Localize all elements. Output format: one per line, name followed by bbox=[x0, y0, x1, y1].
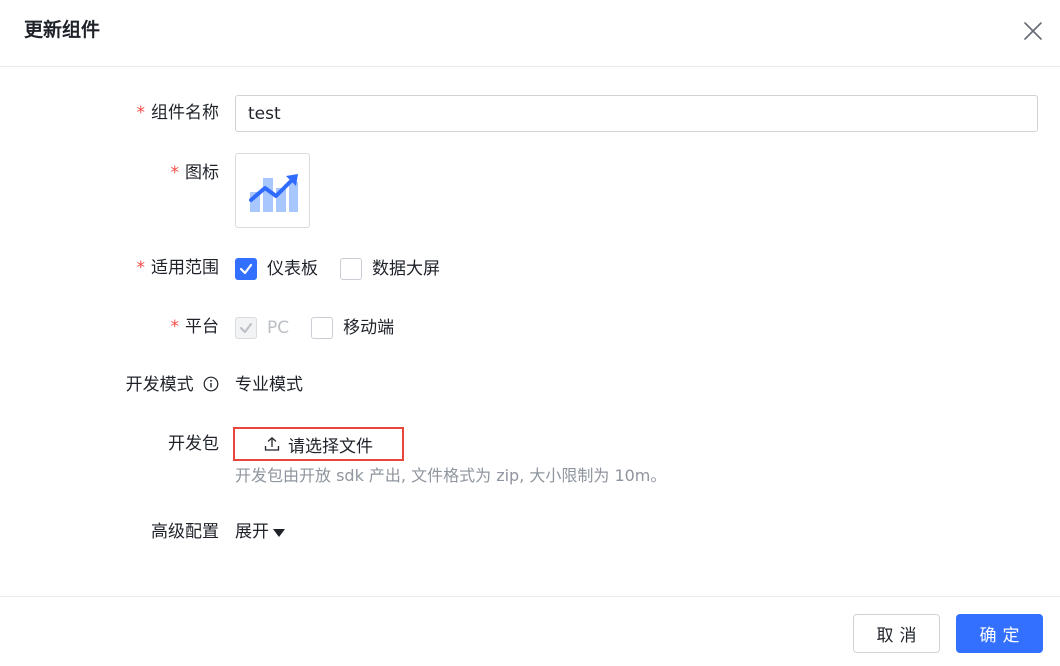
dev-mode-value: 专业模式 bbox=[235, 375, 303, 395]
platform-label-text: 平台 bbox=[185, 317, 219, 337]
scope-option-dashboard[interactable]: 仪表板 bbox=[235, 257, 318, 281]
name-label: * 组件名称 bbox=[137, 101, 220, 125]
cancel-button[interactable]: 取消 bbox=[853, 614, 940, 653]
platform-option-mobile[interactable]: 移动端 bbox=[311, 316, 394, 340]
upload-icon bbox=[264, 437, 280, 451]
update-component-dialog: 更新组件 *组件名称 *图标 bbox=[0, 0, 1060, 666]
form-row-package: 开发包 请选择文件 开发包由开放 sdk 产出, 文件格式为 zip, 大小限制… bbox=[0, 427, 1060, 491]
scope-label-text: 适用范围 bbox=[151, 258, 219, 278]
required-mark: * bbox=[170, 317, 180, 337]
required-mark: * bbox=[170, 163, 180, 183]
required-mark: * bbox=[136, 103, 146, 123]
platform-option-pc: PC bbox=[235, 316, 289, 340]
expand-label: 展开 bbox=[235, 522, 269, 542]
platform-checkbox-group: PC 移动端 bbox=[235, 316, 416, 340]
platform-label: * 平台 bbox=[171, 315, 220, 339]
form-row-advanced: 高级配置 展开 bbox=[0, 520, 1060, 544]
icon-upload-box[interactable] bbox=[235, 153, 310, 228]
dialog-header: 更新组件 bbox=[0, 0, 1060, 67]
expand-toggle[interactable]: 展开 bbox=[235, 520, 285, 544]
scope-option-label: 数据大屏 bbox=[372, 259, 440, 279]
name-label-text: 组件名称 bbox=[151, 103, 219, 123]
scope-label: * 适用范围 bbox=[137, 256, 220, 280]
checkbox-unchecked[interactable] bbox=[311, 317, 334, 339]
form-row-dev-mode: 开发模式 专业模式 bbox=[0, 373, 1060, 397]
advanced-label: 高级配置 bbox=[151, 522, 219, 542]
platform-option-label: PC bbox=[267, 318, 290, 338]
required-mark: * bbox=[136, 258, 146, 278]
scope-option-label: 仪表板 bbox=[267, 259, 318, 279]
icon-label: * 图标 bbox=[171, 161, 220, 185]
icon-label-text: 图标 bbox=[185, 163, 219, 183]
form-row-scope: * 适用范围 仪表板 数据大屏 bbox=[0, 256, 1060, 280]
check-icon bbox=[239, 263, 253, 275]
rising-bar-chart-icon bbox=[248, 173, 298, 212]
select-file-label: 请选择文件 bbox=[288, 436, 373, 457]
checkbox-unchecked[interactable] bbox=[340, 258, 362, 280]
info-icon[interactable] bbox=[203, 375, 219, 399]
component-name-input[interactable] bbox=[235, 95, 1038, 132]
package-label: 开发包 bbox=[168, 434, 219, 454]
dev-mode-label: 开发模式 bbox=[126, 373, 219, 399]
form-row-platform: * 平台 PC 移动端 bbox=[0, 315, 1060, 339]
platform-option-label: 移动端 bbox=[343, 318, 395, 338]
form-row-icon: * 图标 bbox=[0, 153, 1060, 228]
dialog-title: 更新组件 bbox=[24, 19, 101, 41]
form-row-name: * 组件名称 bbox=[0, 95, 1060, 132]
package-hint: 开发包由开放 sdk 产出, 文件格式为 zip, 大小限制为 10m。 bbox=[235, 466, 667, 485]
caret-down-icon bbox=[273, 528, 285, 537]
confirm-button[interactable]: 确定 bbox=[956, 614, 1043, 653]
dialog-footer: 取消 确定 bbox=[0, 596, 1060, 666]
select-file-button[interactable]: 请选择文件 bbox=[233, 427, 404, 461]
scope-checkbox-group: 仪表板 数据大屏 bbox=[235, 257, 462, 281]
check-icon bbox=[240, 323, 252, 333]
checkbox-checked[interactable] bbox=[235, 258, 257, 280]
close-icon[interactable] bbox=[1020, 18, 1046, 44]
scope-option-big-screen[interactable]: 数据大屏 bbox=[340, 257, 440, 281]
dev-mode-label-text: 开发模式 bbox=[125, 375, 194, 395]
checkbox-checked-disabled bbox=[235, 317, 257, 339]
